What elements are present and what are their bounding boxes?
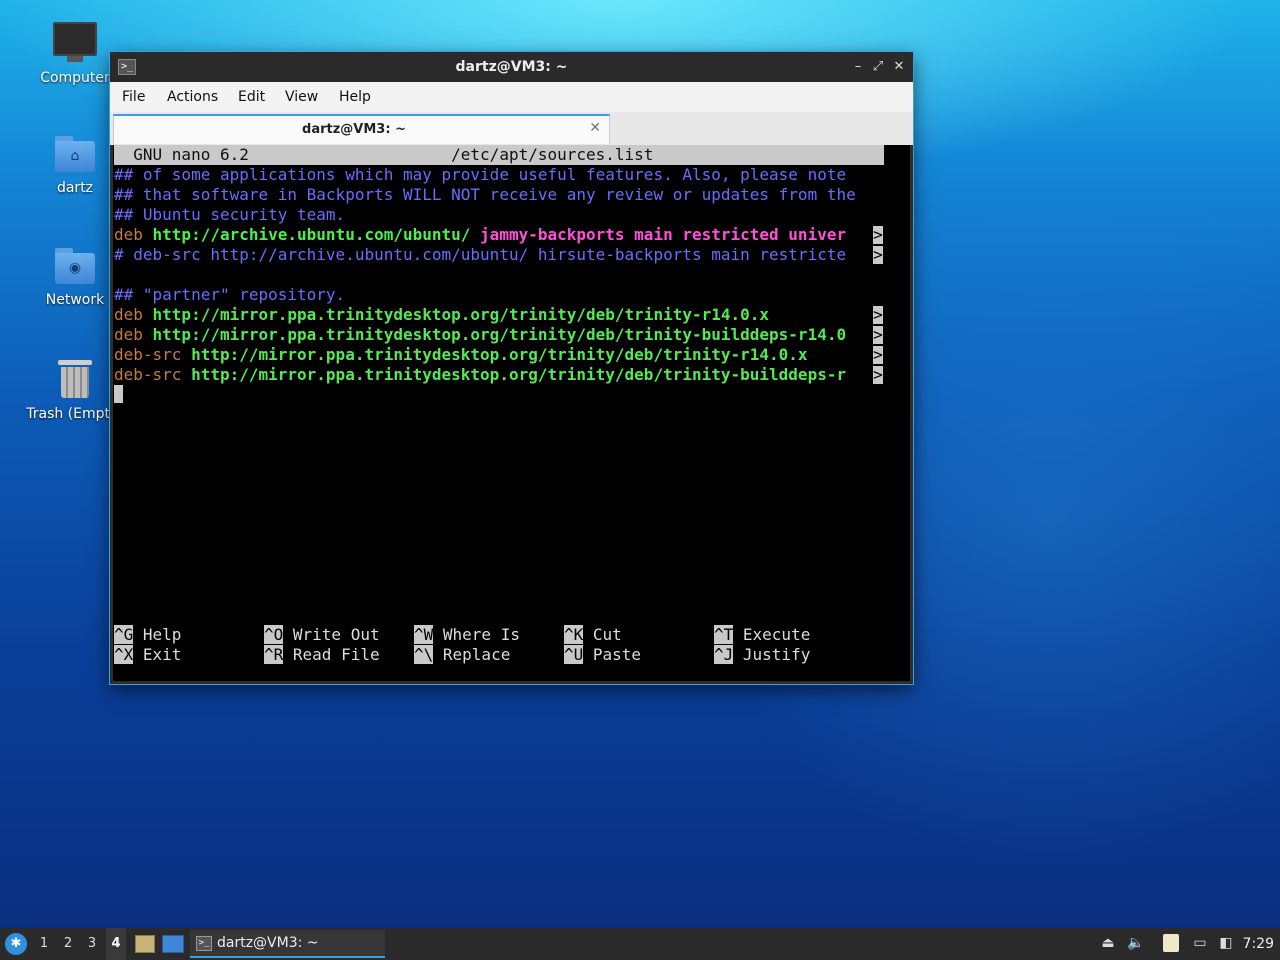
home-folder-icon: ⌂ (55, 136, 95, 172)
menu-bar: File Actions Edit View Help (110, 82, 913, 112)
line-overflow-marker: > (873, 325, 883, 344)
nano-line-segment: ## that software in Backports WILL NOT r… (114, 185, 856, 204)
nano-line-segment: ## of some applications which may provid… (114, 165, 847, 184)
nano-line: deb http://archive.ubuntu.com/ubuntu/ ja… (114, 225, 846, 245)
taskbar-window-item[interactable]: >_ dartz@VM3: ~ (190, 930, 385, 958)
nano-line: ## Ubuntu security team. (114, 205, 345, 225)
workspace-1[interactable]: 1 (34, 928, 54, 960)
maximize-button[interactable]: ⤢ (870, 59, 886, 75)
nano-line-segment: http://mirror.ppa.trinitydesktop.org/tri… (191, 365, 847, 384)
tab-bar: dartz@VM3: ~ ✕ (110, 112, 913, 145)
minimize-button[interactable]: – (850, 59, 866, 75)
workspace-2[interactable]: 2 (58, 928, 78, 960)
tab-label: dartz@VM3: ~ (302, 122, 406, 137)
show-desktop-icon[interactable] (162, 935, 184, 953)
start-menu-button[interactable]: ✱ (5, 933, 27, 955)
menu-file[interactable]: File (122, 82, 145, 112)
desktop: Computer ⌂ dartz ◉ Network Trash (Empty)… (0, 0, 1280, 928)
shortcut-justify[interactable]: ^J Justify (714, 645, 810, 665)
nano-line-segment: deb (114, 225, 153, 244)
taskbar: ✱ 1 2 3 4 >_ dartz@VM3: ~ ⏏ 🔈 ▭ ◧ 7:29 (0, 928, 1280, 960)
taskbar-window-label: dartz@VM3: ~ (217, 935, 319, 951)
network-icon[interactable]: ▭ (1191, 934, 1209, 952)
window-titlebar[interactable]: >_ dartz@VM3: ~ – ⤢ ✕ (110, 52, 913, 82)
shortcut-where-is[interactable]: ^W Where Is (414, 625, 520, 645)
shortcut-paste[interactable]: ^U Paste (564, 645, 641, 665)
nano-line-segment: ## "partner" repository. (114, 285, 346, 304)
network-folder-icon: ◉ (55, 248, 95, 284)
shortcut-cut[interactable]: ^K Cut (564, 625, 622, 645)
nano-line: # deb-src http://archive.ubuntu.com/ubun… (114, 245, 846, 265)
nano-line-segment: deb-src (114, 365, 192, 384)
terminal-window[interactable]: >_ dartz@VM3: ~ – ⤢ ✕ File Actions Edit … (110, 52, 913, 684)
nano-line-segment: deb (114, 305, 153, 324)
tab-close-icon[interactable]: ✕ (589, 120, 601, 136)
shortcut-replace[interactable]: ^\ Replace (414, 645, 510, 665)
nano-line-segment: http://mirror.ppa.trinitydesktop.org/tri… (152, 325, 847, 344)
workspace-4[interactable]: 4 (106, 928, 126, 960)
computer-icon (53, 22, 97, 62)
nano-line-segment: jammy-backports main restricted univer (480, 225, 847, 244)
window-title: dartz@VM3: ~ (455, 59, 568, 75)
nano-line-segment: http://mirror.ppa.trinitydesktop.org/tri… (152, 305, 770, 324)
nano-line-segment: deb (114, 325, 153, 344)
shortcut-execute[interactable]: ^T Execute (714, 625, 810, 645)
terminal-icon: >_ (196, 936, 212, 951)
menu-help[interactable]: Help (339, 82, 371, 112)
nano-line: ## that software in Backports WILL NOT r… (114, 185, 856, 205)
nano-line-segment: # deb-src http://archive.ubuntu.com/ubun… (114, 245, 847, 264)
terminal-area[interactable]: GNU nano 6.2 /etc/apt/sources.list ## of… (113, 145, 910, 681)
shortcut-read-file[interactable]: ^R Read File (264, 645, 380, 665)
update-notifier-icon[interactable]: ◧ (1217, 934, 1235, 952)
shortcut-help[interactable]: ^G Help (114, 625, 181, 645)
line-overflow-marker: > (873, 345, 883, 364)
text-cursor (114, 385, 123, 403)
eject-icon[interactable]: ⏏ (1099, 934, 1117, 952)
nano-line: deb http://mirror.ppa.trinitydesktop.org… (114, 305, 769, 325)
terminal-tab[interactable]: dartz@VM3: ~ ✕ (113, 114, 610, 144)
file-manager-launcher-icon[interactable] (135, 935, 155, 953)
line-overflow-marker: > (873, 245, 883, 264)
shortcut-exit[interactable]: ^X Exit (114, 645, 181, 665)
clipboard-icon[interactable] (1163, 934, 1179, 952)
nano-line: ## of some applications which may provid… (114, 165, 846, 185)
nano-title-bar: GNU nano 6.2 /etc/apt/sources.list (114, 145, 884, 165)
nano-line: deb-src http://mirror.ppa.trinitydesktop… (114, 365, 846, 385)
line-overflow-marker: > (873, 365, 883, 384)
clock[interactable]: 7:29 (1243, 928, 1274, 960)
volume-icon[interactable]: 🔈 (1127, 934, 1145, 952)
nano-line-segment: http://mirror.ppa.trinitydesktop.org/tri… (191, 345, 808, 364)
shortcut-write-out[interactable]: ^O Write Out (264, 625, 380, 645)
nano-line: ## "partner" repository. (114, 285, 345, 305)
menu-view[interactable]: View (285, 82, 318, 112)
nano-line-segment: http://archive.ubuntu.com/ubuntu/ (152, 225, 481, 244)
nano-line: deb-src http://mirror.ppa.trinitydesktop… (114, 345, 808, 365)
nano-line: deb http://mirror.ppa.trinitydesktop.org… (114, 325, 846, 345)
menu-actions[interactable]: Actions (167, 82, 218, 112)
close-button[interactable]: ✕ (891, 59, 907, 75)
nano-line-segment: deb-src (114, 345, 192, 364)
line-overflow-marker: > (873, 225, 883, 244)
trash-icon (58, 360, 92, 398)
workspace-3[interactable]: 3 (82, 928, 102, 960)
nano-line-segment: ## Ubuntu security team. (114, 205, 346, 224)
menu-edit[interactable]: Edit (238, 82, 265, 112)
line-overflow-marker: > (873, 305, 883, 324)
